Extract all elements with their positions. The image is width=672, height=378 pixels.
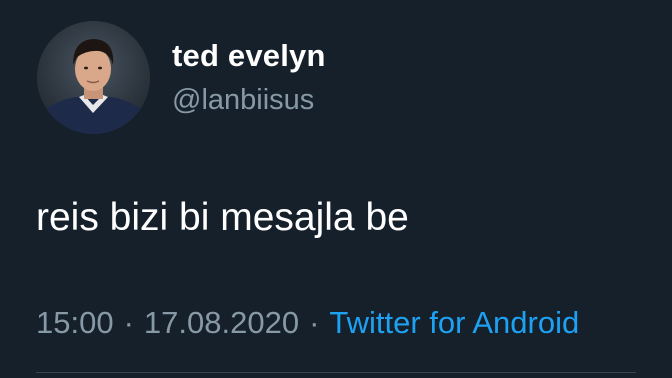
meta-separator: · — [123, 305, 134, 340]
tweet-card: ted evelyn @lanbiisus reis bizi bi mesaj… — [0, 0, 672, 378]
author-handle[interactable]: @lanbiisus — [172, 84, 314, 117]
tweet-source-link[interactable]: Twitter for Android — [329, 305, 579, 340]
tweet-meta: 15:00 · 17.08.2020 · Twitter for Android — [36, 305, 579, 341]
meta-separator: · — [309, 305, 320, 340]
profile-photo-icon — [37, 21, 150, 134]
author-avatar[interactable] — [37, 21, 150, 134]
tweet-text: reis bizi bi mesajla be — [36, 196, 409, 239]
author-display-name[interactable]: ted evelyn — [172, 38, 326, 74]
divider — [36, 372, 636, 373]
tweet-date[interactable]: 17.08.2020 — [144, 305, 299, 340]
tweet-time[interactable]: 15:00 — [36, 305, 114, 340]
